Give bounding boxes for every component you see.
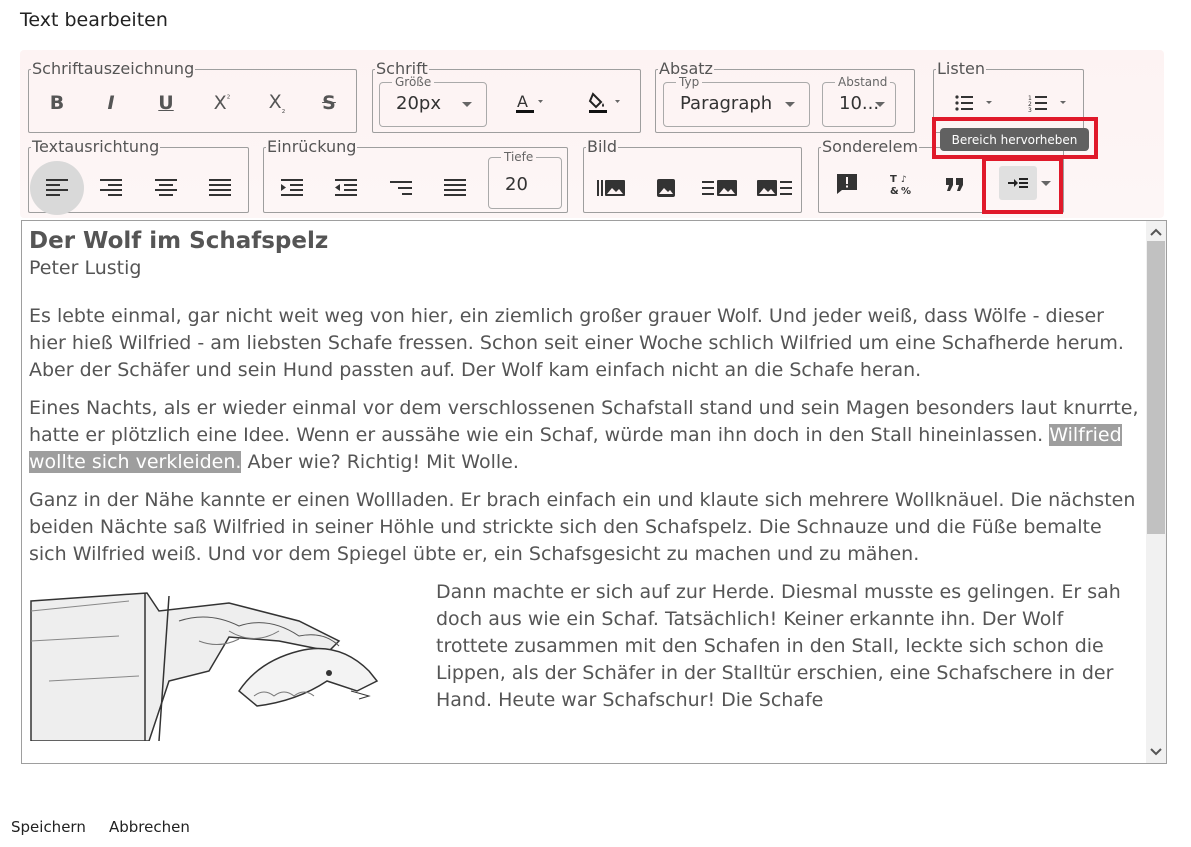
font-size-label: Größe	[392, 75, 435, 89]
fill-color-icon	[588, 92, 620, 113]
paragraph-spacing-value: 10...	[839, 93, 880, 114]
quote-button[interactable]	[933, 162, 977, 206]
bold-button[interactable]: B	[35, 81, 79, 125]
align-justify-icon	[209, 179, 231, 196]
paragraph: Dann machte er sich auf zur Herde. Diesm…	[436, 581, 1121, 711]
image-gallery-icon	[597, 180, 625, 196]
svg-text:A: A	[517, 92, 528, 111]
align-right-icon	[100, 179, 122, 196]
paragraph-type-value: Paragraph	[680, 93, 773, 114]
chevron-down-icon	[785, 102, 795, 107]
svg-text:%: %	[901, 186, 911, 196]
hanging-indent-icon	[390, 181, 412, 195]
indent-decrease-button[interactable]	[324, 166, 368, 210]
indent-depth-label: Tiefe	[501, 150, 537, 164]
document-content[interactable]: Der Wolf im Schafspelz Peter Lustig Es l…	[29, 221, 1139, 763]
document-title: Der Wolf im Schafspelz	[29, 228, 329, 254]
image-legend: Bild	[587, 137, 618, 156]
superscript-button[interactable]: X²	[200, 81, 244, 125]
indent-legend: Einrückung	[267, 137, 357, 156]
save-button[interactable]: Speichern	[11, 818, 86, 836]
svg-text:T: T	[890, 174, 897, 185]
info-box-icon	[837, 174, 857, 194]
scrollbar-thumb[interactable]	[1147, 241, 1165, 534]
image-icon	[657, 179, 675, 197]
subscript-icon: X₂	[268, 90, 286, 116]
italic-icon: I	[107, 92, 115, 114]
svg-text:♪: ♪	[901, 175, 907, 185]
font-size-select[interactable]: Größe 20px	[379, 75, 487, 127]
image-text-block: Dann machte er sich auf zur Herde. Diesm…	[29, 579, 1139, 763]
underline-button[interactable]: U	[144, 81, 188, 125]
svg-text:&: &	[890, 186, 899, 196]
align-center-icon	[155, 179, 177, 196]
formula-icon: T ♪ & %	[890, 174, 911, 196]
special-legend: Sonderelem	[822, 137, 919, 156]
editor-area[interactable]: Der Wolf im Schafspelz Peter Lustig Es l…	[21, 220, 1167, 764]
formatting-legend: Schriftauszeichnung	[32, 59, 195, 78]
text-color-icon: A	[516, 92, 543, 113]
indent-depth-input[interactable]: Tiefe 20	[488, 150, 562, 209]
chevron-up-icon	[1150, 228, 1162, 236]
info-box-button[interactable]	[825, 162, 869, 206]
paragraph: Ganz in der Nähe kannte er einen Wolllad…	[29, 489, 1136, 565]
formula-button[interactable]: T ♪ & %	[879, 162, 923, 206]
lists-legend: Listen	[937, 59, 985, 78]
font-size-value: 20px	[396, 93, 441, 114]
text-color-button[interactable]: A	[505, 81, 557, 125]
hanging-indent-button[interactable]	[379, 166, 423, 210]
image-float-right-icon	[757, 180, 792, 196]
italic-button[interactable]: I	[89, 81, 133, 125]
chevron-down-icon	[875, 102, 885, 107]
paragraph-type-label: Typ	[676, 75, 703, 89]
align-right-button[interactable]	[89, 166, 133, 210]
paragraph: Es lebte einmal, gar nicht weit weg von …	[29, 305, 1124, 381]
bold-icon: B	[49, 92, 65, 114]
first-line-indent-icon	[444, 179, 466, 196]
align-left-button[interactable]	[30, 161, 84, 215]
paragraph-type-select[interactable]: Typ Paragraph	[663, 75, 810, 127]
strikethrough-icon: S	[322, 92, 336, 114]
chevron-down-icon	[1150, 748, 1162, 756]
underline-icon: U	[158, 92, 174, 114]
background-color-button[interactable]	[580, 81, 632, 125]
svg-text:3: 3	[1028, 107, 1032, 113]
indent-decrease-icon	[335, 179, 357, 196]
tooltip: Bereich hervorheben	[940, 128, 1089, 151]
paragraph: Eines Nachts, als er wieder einmal vor d…	[29, 395, 1139, 476]
image-left-button[interactable]	[698, 166, 742, 210]
first-line-indent-button[interactable]	[433, 166, 477, 210]
align-center-button[interactable]	[144, 166, 188, 210]
numbered-list-icon: 1 2 3	[1028, 95, 1066, 113]
scroll-down-button[interactable]	[1146, 743, 1166, 761]
highlight-annotation-button	[982, 157, 1063, 214]
subscript-button[interactable]: X₂	[255, 81, 299, 125]
scroll-up-button[interactable]	[1146, 223, 1166, 241]
bullet-list-icon	[955, 95, 992, 111]
superscript-icon: X²	[213, 92, 231, 114]
image-right-button[interactable]	[753, 166, 797, 210]
image-inline-button[interactable]	[644, 166, 688, 210]
document-author: Peter Lustig	[29, 257, 142, 279]
cancel-button[interactable]: Abbrechen	[109, 818, 190, 836]
strikethrough-button[interactable]: S	[307, 81, 351, 125]
indent-depth-value: 20	[505, 174, 528, 195]
indent-increase-button[interactable]	[270, 166, 314, 210]
image-float-left-icon	[702, 180, 737, 196]
paragraph-text: Aber wie? Richtig! Mit Wolle.	[241, 451, 519, 473]
wolf-illustration	[29, 581, 389, 741]
paragraph-spacing-select[interactable]: Abstand 10...	[822, 75, 896, 127]
paragraph-text: Eines Nachts, als er wieder einmal vor d…	[29, 397, 1139, 446]
indent-increase-icon	[281, 179, 303, 196]
chevron-down-icon	[462, 102, 472, 107]
align-left-icon	[46, 179, 68, 196]
alignment-legend: Textausrichtung	[32, 137, 160, 156]
quote-icon	[946, 178, 963, 191]
paragraph-spacing-label: Abstand	[835, 75, 891, 89]
image-gallery-button[interactable]	[590, 166, 634, 210]
dialog-title: Text bearbeiten	[20, 9, 168, 31]
scrollbar[interactable]	[1146, 221, 1166, 763]
align-justify-button[interactable]	[198, 166, 242, 210]
